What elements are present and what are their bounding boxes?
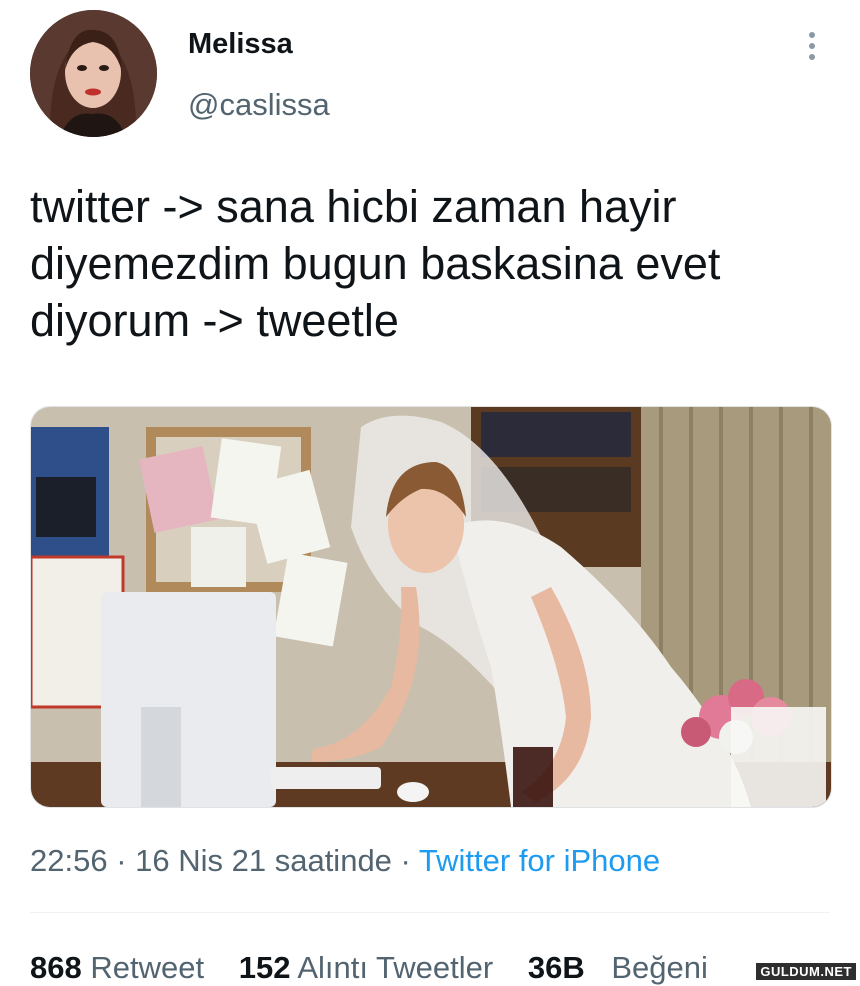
tweet-text: twitter -> sana hicbi zaman hayir diyeme… [30,181,721,346]
more-options-icon[interactable] [808,32,816,62]
meta-separator: · [391,843,419,878]
tweet-date[interactable]: 16 Nis 21 saatinde [135,843,392,878]
watermark: GULDUM.NET [756,963,856,980]
tweet-source-link[interactable]: Twitter for iPhone [419,843,660,878]
tweet-stats: 868 Retweet 152 Alıntı Tweetler 36B Beğe… [30,950,734,986]
retweets-count: 868 [30,950,82,985]
avatar[interactable] [30,10,157,137]
tweet-timestamp: 22:56 · 16 Nis 21 saatinde · Twitter for… [30,843,660,879]
likes-stat[interactable]: 36B Beğeni [528,950,708,985]
author-name[interactable]: Melissa [188,28,293,61]
photo-bride-at-computer-icon [31,407,831,807]
quotes-count: 152 [238,950,291,985]
divider [30,912,830,913]
tweet-time[interactable]: 22:56 [30,843,108,878]
quotes-stat[interactable]: 152 Alıntı Tweetler [239,950,494,985]
likes-count: 36B [527,950,585,985]
author-handle[interactable]: @caslissa [188,87,330,123]
meta-separator: · [107,843,136,878]
retweets-stat[interactable]: 868 Retweet [30,950,204,985]
likes-label: Beğeni [611,950,708,985]
retweets-label: Retweet [90,950,205,985]
tweet-media[interactable] [30,406,832,808]
quotes-label: Alıntı Tweetler [297,950,494,985]
